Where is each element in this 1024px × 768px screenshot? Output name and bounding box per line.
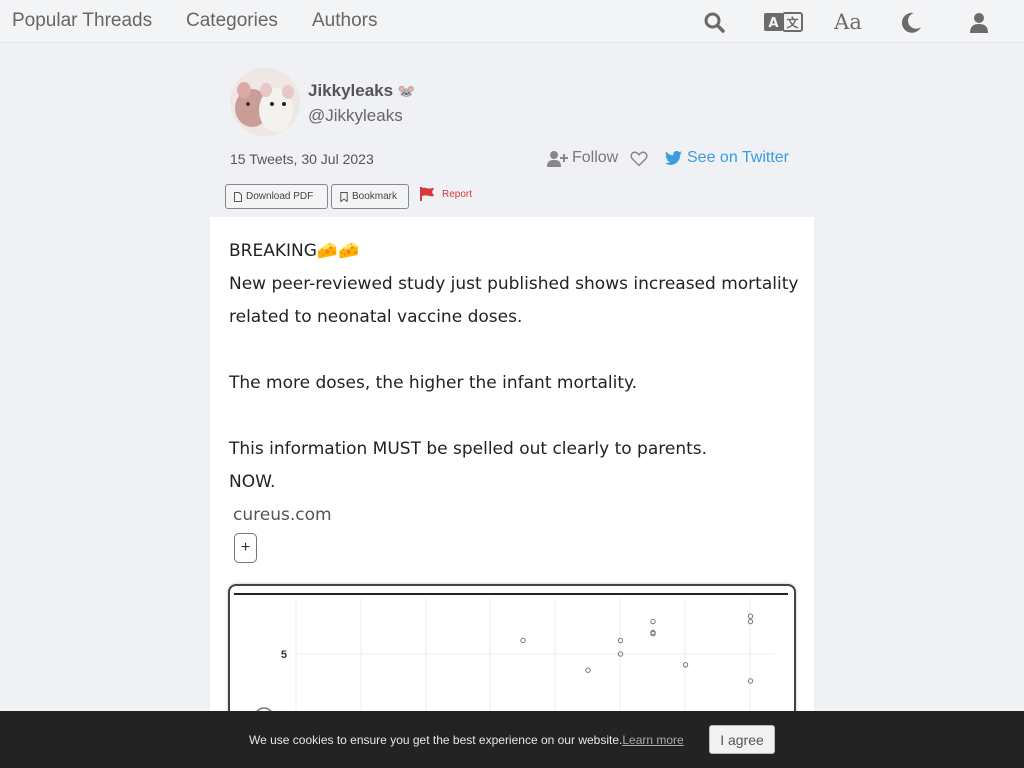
- download-pdf-label: Download PDF: [246, 191, 314, 202]
- data-point: [585, 667, 591, 673]
- author-handle: @Jikkyleaks: [308, 106, 403, 125]
- follow-label: Follow: [572, 149, 619, 166]
- avatar[interactable]: [230, 68, 300, 136]
- see-on-twitter-label: See on Twitter: [687, 149, 789, 166]
- expand-link-button[interactable]: +: [234, 533, 257, 563]
- svg-text:A: A: [768, 16, 778, 31]
- font-size-icon[interactable]: Aa: [833, 9, 863, 35]
- svg-text:文: 文: [786, 15, 799, 30]
- tweet-line: This information MUST be spelled out cle…: [229, 439, 708, 459]
- nav-categories[interactable]: Categories: [186, 10, 278, 32]
- see-on-twitter-link[interactable]: See on Twitter: [665, 149, 789, 167]
- report-label: Report: [442, 188, 473, 200]
- download-pdf-button[interactable]: Download PDF: [225, 184, 328, 209]
- author-name[interactable]: Jikkyleaks 🐭: [308, 81, 415, 101]
- author-name-text: Jikkyleaks: [308, 81, 394, 100]
- mouse-emoji: 🐭: [397, 83, 416, 99]
- flag-icon: [420, 187, 434, 201]
- link-preview-domain[interactable]: cureus.com: [233, 505, 332, 525]
- agree-button[interactable]: I agree: [709, 725, 775, 754]
- dark-mode-icon[interactable]: [899, 9, 923, 35]
- y-tick-label: 5: [281, 649, 287, 661]
- file-icon: [234, 191, 242, 202]
- user-icon[interactable]: [967, 9, 991, 35]
- heart-icon[interactable]: [630, 151, 648, 172]
- twitter-icon: [665, 151, 682, 165]
- data-point: [650, 618, 656, 625]
- bookmark-button[interactable]: Bookmark: [331, 184, 409, 209]
- bookmark-icon: [340, 191, 348, 202]
- report-button[interactable]: Report: [420, 187, 472, 201]
- tweet-line: related to neonatal vaccine doses.: [229, 307, 523, 327]
- translate-icon[interactable]: A 文: [763, 9, 803, 35]
- tweet-line: BREAKING🧀🧀: [229, 241, 360, 261]
- thread-meta: 15 Tweets, 30 Jul 2023: [230, 151, 374, 167]
- learn-more-link[interactable]: Learn more: [622, 733, 683, 747]
- tweet-line: The more doses, the higher the infant mo…: [229, 373, 638, 393]
- top-navbar: Popular Threads Categories Authors A 文 A…: [0, 0, 1024, 43]
- cookie-text: We use cookies to ensure you get the bes…: [249, 733, 623, 747]
- tweet-line: NOW.: [229, 472, 276, 492]
- search-icon[interactable]: [702, 9, 726, 35]
- tweet-line: New peer-reviewed study just published s…: [229, 274, 799, 294]
- follow-button[interactable]: Follow: [547, 149, 618, 167]
- nav-popular-threads[interactable]: Popular Threads: [12, 10, 152, 32]
- cookie-message: We use cookies to ensure you get the bes…: [249, 733, 684, 747]
- nav-authors[interactable]: Authors: [312, 10, 377, 32]
- bookmark-label: Bookmark: [352, 191, 398, 202]
- user-plus-icon: [547, 150, 568, 167]
- data-point: [520, 637, 526, 644]
- cookie-banner: We use cookies to ensure you get the bes…: [0, 711, 1024, 768]
- tweet-card: BREAKING🧀🧀 New peer-reviewed study just …: [210, 217, 814, 744]
